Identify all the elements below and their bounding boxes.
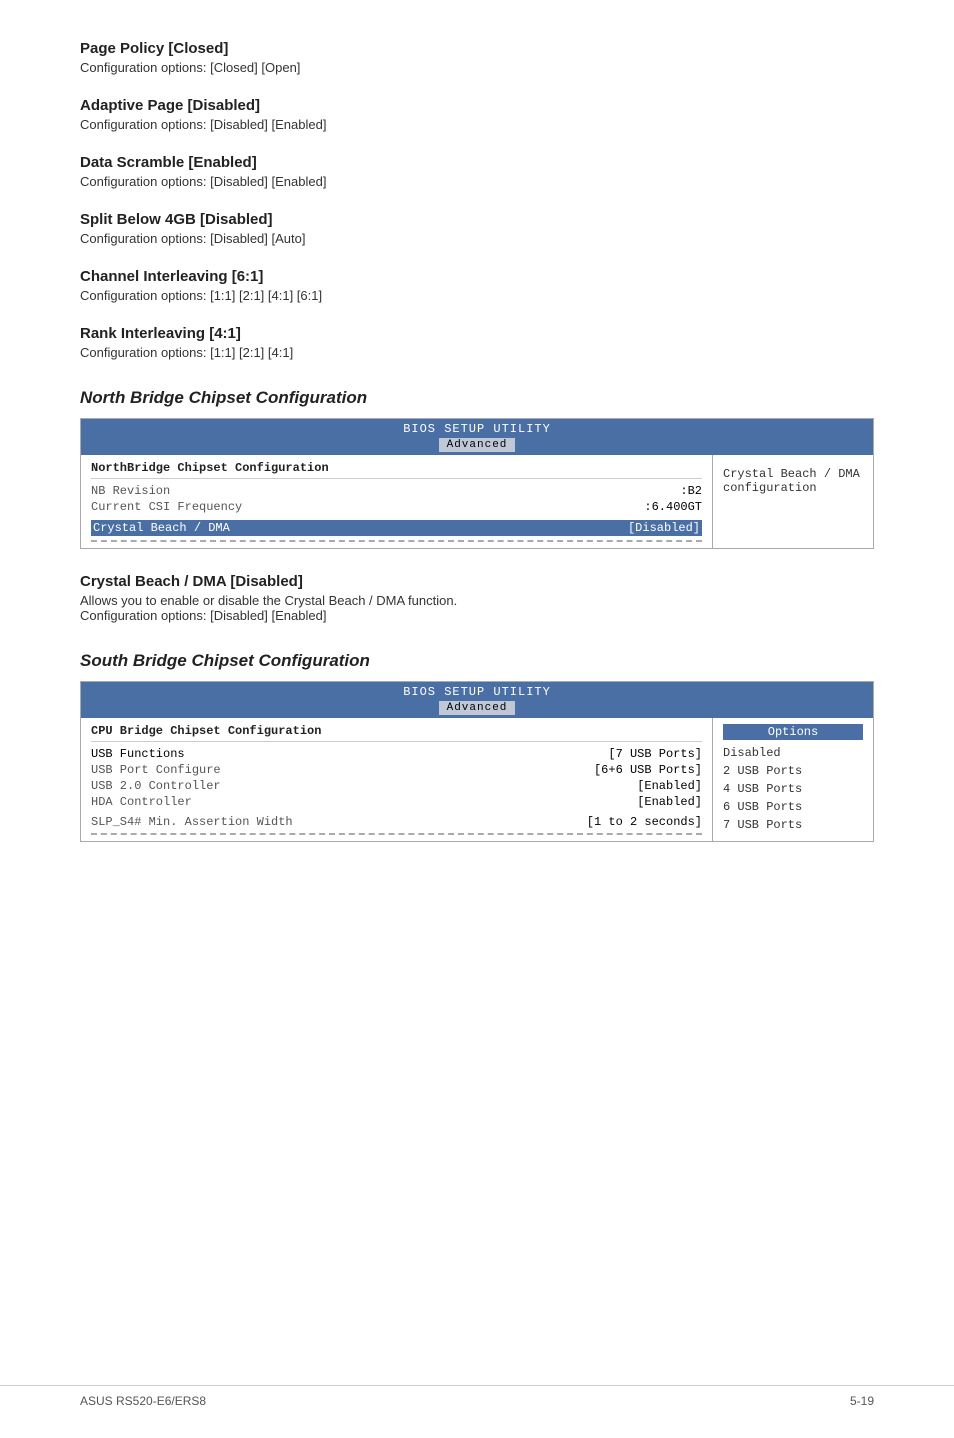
data-scramble-section: Data Scramble [Enabled] Configuration op… bbox=[80, 154, 874, 189]
rank-interleaving-section: Rank Interleaving [4:1] Configuration op… bbox=[80, 325, 874, 360]
north-bridge-bios-box: BIOS SETUP UTILITY Advanced NorthBridge … bbox=[80, 418, 874, 549]
footer-left: ASUS RS520-E6/ERS8 bbox=[80, 1394, 206, 1408]
north-bridge-bios-main: NorthBridge Chipset Configuration NB Rev… bbox=[81, 455, 713, 548]
crystal-beach-desc2: Configuration options: [Disabled] [Enabl… bbox=[80, 608, 874, 623]
south-bridge-dashed bbox=[91, 833, 702, 835]
page-policy-desc: Configuration options: [Closed] [Open] bbox=[80, 60, 874, 75]
page-policy-section: Page Policy [Closed] Configuration optio… bbox=[80, 40, 874, 75]
south-bridge-row-2-label: USB 2.0 Controller bbox=[91, 779, 637, 793]
south-bridge-row-0-label: USB Functions bbox=[91, 747, 608, 761]
south-bridge-row-1: USB Port Configure [6+6 USB Ports] bbox=[91, 763, 702, 777]
south-bridge-bios-box: BIOS SETUP UTILITY Advanced CPU Bridge C… bbox=[80, 681, 874, 842]
south-bridge-section-title: CPU Bridge Chipset Configuration bbox=[91, 724, 702, 742]
south-bridge-bios-main: CPU Bridge Chipset Configuration USB Fun… bbox=[81, 718, 713, 841]
channel-interleaving-section: Channel Interleaving [6:1] Configuration… bbox=[80, 268, 874, 303]
north-bridge-row-1-label: Current CSI Frequency bbox=[91, 500, 644, 514]
north-bridge-selected-row: Crystal Beach / DMA [Disabled] bbox=[91, 520, 702, 536]
south-bridge-row-3-value: [Enabled] bbox=[637, 795, 702, 809]
split-below-section: Split Below 4GB [Disabled] Configuration… bbox=[80, 211, 874, 246]
south-bridge-row-1-value: [6+6 USB Ports] bbox=[594, 763, 702, 777]
south-bridge-bios-body: CPU Bridge Chipset Configuration USB Fun… bbox=[81, 718, 873, 841]
north-bridge-section-title: NorthBridge Chipset Configuration bbox=[91, 461, 702, 479]
south-bridge-row-0-value: [7 USB Ports] bbox=[608, 747, 702, 761]
south-bridge-bios-header: BIOS SETUP UTILITY Advanced bbox=[81, 682, 873, 718]
south-bridge-sidebar: Options Disabled 2 USB Ports 4 USB Ports… bbox=[713, 718, 873, 841]
south-bridge-row-2: USB 2.0 Controller [Enabled] bbox=[91, 779, 702, 793]
south-bridge-row-2-value: [Enabled] bbox=[637, 779, 702, 793]
north-bridge-dashed bbox=[91, 540, 702, 542]
adaptive-page-title: Adaptive Page [Disabled] bbox=[80, 97, 874, 114]
north-bridge-row-1-value: :6.400GT bbox=[644, 500, 702, 514]
north-bridge-selected-label: Crystal Beach / DMA bbox=[91, 521, 628, 535]
rank-interleaving-desc: Configuration options: [1:1] [2:1] [4:1] bbox=[80, 345, 874, 360]
south-bridge-option-3: 6 USB Ports bbox=[723, 798, 863, 816]
north-bridge-row-1: Current CSI Frequency :6.400GT bbox=[91, 500, 702, 514]
crystal-beach-section: Crystal Beach / DMA [Disabled] Allows yo… bbox=[80, 573, 874, 623]
page-footer: ASUS RS520-E6/ERS8 5-19 bbox=[0, 1385, 954, 1408]
north-bridge-bios-title: BIOS SETUP UTILITY bbox=[403, 422, 551, 436]
channel-interleaving-title: Channel Interleaving [6:1] bbox=[80, 268, 874, 285]
south-bridge-row-4-label: SLP_S4# Min. Assertion Width bbox=[91, 815, 587, 829]
north-bridge-sidebar-text: Crystal Beach / DMAconfiguration bbox=[723, 467, 863, 495]
north-bridge-heading: North Bridge Chipset Configuration bbox=[80, 388, 874, 408]
north-bridge-row-0-label: NB Revision bbox=[91, 484, 680, 498]
rank-interleaving-title: Rank Interleaving [4:1] bbox=[80, 325, 874, 342]
channel-interleaving-desc: Configuration options: [1:1] [2:1] [4:1]… bbox=[80, 288, 874, 303]
south-bridge-option-1: 2 USB Ports bbox=[723, 762, 863, 780]
data-scramble-title: Data Scramble [Enabled] bbox=[80, 154, 874, 171]
adaptive-page-desc: Configuration options: [Disabled] [Enabl… bbox=[80, 117, 874, 132]
data-scramble-desc: Configuration options: [Disabled] [Enabl… bbox=[80, 174, 874, 189]
south-bridge-option-4: 7 USB Ports bbox=[723, 816, 863, 834]
north-bridge-selected-value: [Disabled] bbox=[628, 521, 702, 535]
crystal-beach-title: Crystal Beach / DMA [Disabled] bbox=[80, 573, 874, 590]
split-below-desc: Configuration options: [Disabled] [Auto] bbox=[80, 231, 874, 246]
north-bridge-bios-body: NorthBridge Chipset Configuration NB Rev… bbox=[81, 455, 873, 548]
footer-right: 5-19 bbox=[850, 1394, 874, 1408]
page-policy-title: Page Policy [Closed] bbox=[80, 40, 874, 57]
adaptive-page-section: Adaptive Page [Disabled] Configuration o… bbox=[80, 97, 874, 132]
south-bridge-heading: South Bridge Chipset Configuration bbox=[80, 651, 874, 671]
south-bridge-row-0: USB Functions [7 USB Ports] bbox=[91, 747, 702, 761]
crystal-beach-desc1: Allows you to enable or disable the Crys… bbox=[80, 593, 874, 608]
split-below-title: Split Below 4GB [Disabled] bbox=[80, 211, 874, 228]
south-bridge-row-3: HDA Controller [Enabled] bbox=[91, 795, 702, 809]
south-bridge-option-2: 4 USB Ports bbox=[723, 780, 863, 798]
north-bridge-row-0: NB Revision :B2 bbox=[91, 484, 702, 498]
south-bridge-bios-title: BIOS SETUP UTILITY bbox=[403, 685, 551, 699]
south-bridge-row-4-value: [1 to 2 seconds] bbox=[587, 815, 702, 829]
north-bridge-row-0-value: :B2 bbox=[680, 484, 702, 498]
north-bridge-sidebar: Crystal Beach / DMAconfiguration bbox=[713, 455, 873, 548]
south-bridge-tab-label: Advanced bbox=[439, 701, 516, 715]
north-bridge-bios-header: BIOS SETUP UTILITY Advanced bbox=[81, 419, 873, 455]
south-bridge-row-1-label: USB Port Configure bbox=[91, 763, 594, 777]
south-bridge-row-3-label: HDA Controller bbox=[91, 795, 637, 809]
north-bridge-tab-label: Advanced bbox=[439, 438, 516, 452]
south-bridge-options-header: Options bbox=[723, 724, 863, 740]
south-bridge-option-0: Disabled bbox=[723, 744, 863, 762]
south-bridge-row-4: SLP_S4# Min. Assertion Width [1 to 2 sec… bbox=[91, 815, 702, 829]
